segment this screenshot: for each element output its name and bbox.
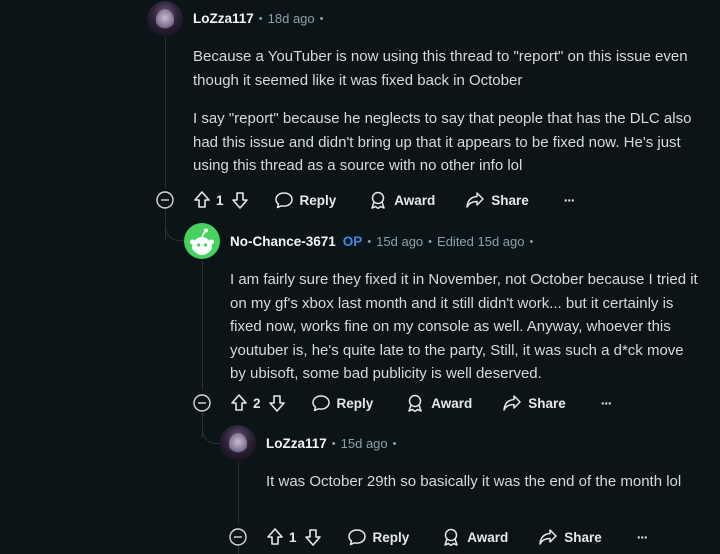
share-label: Share: [564, 529, 602, 545]
separator: •: [428, 235, 433, 248]
thread-line: [165, 38, 166, 188]
op-badge: OP: [342, 234, 363, 249]
share-button[interactable]: Share: [465, 190, 529, 210]
reply-icon: [274, 192, 293, 209]
more-options-button[interactable]: ···: [601, 396, 612, 411]
downvote-button[interactable]: [230, 190, 250, 210]
separator: •: [367, 235, 372, 248]
downvote-button[interactable]: [303, 527, 323, 547]
thread-line: [238, 462, 239, 524]
comment-header: LoZza117 • 18d ago •: [193, 11, 329, 26]
vote-count: 1: [289, 529, 297, 545]
comment-body: It was October 29th so basically it was …: [266, 470, 706, 494]
separator: •: [529, 235, 534, 248]
share-icon: [503, 395, 522, 411]
separator: •: [392, 437, 397, 450]
collapse-thread-icon[interactable]: [156, 191, 174, 209]
separator: •: [258, 12, 263, 25]
upvote-icon: [267, 528, 283, 545]
edited-label: Edited 15d ago: [437, 234, 525, 249]
comment-header: No-Chance-3671 OP • 15d ago • Edited 15d…: [230, 234, 538, 249]
comment-paragraph: It was October 29th so basically it was …: [266, 473, 682, 490]
award-button[interactable]: Award: [368, 190, 435, 210]
share-icon: [539, 529, 558, 545]
upvote-button[interactable]: [265, 527, 285, 547]
avatar[interactable]: [184, 223, 220, 259]
upvote-button[interactable]: [192, 190, 212, 210]
comment-paragraph: I say "report" because he neglects to sa…: [193, 110, 692, 174]
vote-count: 2: [253, 395, 261, 411]
downvote-icon: [304, 529, 321, 546]
award-label: Award: [467, 529, 509, 545]
timestamp: 18d ago: [267, 11, 315, 26]
reply-label: Reply: [336, 395, 374, 411]
award-label: Award: [394, 192, 436, 208]
share-label: Share: [528, 395, 566, 411]
downvote-button[interactable]: [267, 393, 287, 413]
award-icon: [444, 528, 459, 547]
award-label: Award: [431, 395, 473, 411]
author-name[interactable]: No-Chance-3671: [230, 234, 336, 249]
more-options-button[interactable]: ···: [564, 193, 575, 208]
reply-label: Reply: [299, 192, 337, 208]
reply-label: Reply: [372, 529, 410, 545]
comment-actions: 1 Reply Award Share ···: [192, 190, 575, 210]
thread-connector: [165, 222, 184, 241]
award-button[interactable]: Award: [405, 393, 472, 413]
thread-line: [238, 546, 239, 554]
reply-icon: [347, 529, 366, 546]
award-icon: [371, 191, 386, 210]
share-label: Share: [491, 192, 529, 208]
timestamp: 15d ago: [376, 234, 424, 249]
downvote-icon: [231, 192, 248, 209]
vote-count: 1: [216, 192, 224, 208]
reply-icon: [311, 395, 330, 412]
reply-button[interactable]: Reply: [274, 190, 337, 210]
comment-body: I am fairly sure they fixed it in Novemb…: [230, 268, 700, 386]
snoo-icon: [190, 228, 214, 255]
downvote-icon: [268, 395, 285, 412]
timestamp: 15d ago: [340, 436, 388, 451]
comment-actions: 2 Reply Award Share ···: [229, 393, 612, 413]
author-name[interactable]: LoZza117: [193, 11, 254, 26]
reply-button[interactable]: Reply: [311, 393, 374, 413]
more-options-button[interactable]: ···: [637, 530, 648, 545]
avatar[interactable]: [147, 1, 183, 37]
award-icon: [408, 394, 423, 413]
collapse-thread-icon[interactable]: [193, 394, 211, 412]
comment-paragraph: Because a YouTuber is now using this thr…: [193, 48, 688, 89]
comment-header: LoZza117 • 15d ago •: [266, 436, 402, 451]
author-name[interactable]: LoZza117: [266, 436, 327, 451]
comment-actions: 1 Reply Award Share ···: [265, 527, 648, 547]
thread-connector: [202, 425, 221, 444]
share-icon: [466, 192, 485, 208]
collapse-thread-icon[interactable]: [229, 528, 247, 546]
separator: •: [319, 12, 324, 25]
upvote-icon: [231, 394, 247, 411]
avatar[interactable]: [220, 425, 256, 461]
upvote-icon: [194, 191, 210, 208]
upvote-button[interactable]: [229, 393, 249, 413]
thread-line: [202, 260, 203, 390]
award-button[interactable]: Award: [441, 527, 508, 547]
comment-body: Because a YouTuber is now using this thr…: [193, 45, 703, 178]
share-button[interactable]: Share: [502, 393, 566, 413]
comment-paragraph: I am fairly sure they fixed it in Novemb…: [230, 271, 698, 382]
reply-button[interactable]: Reply: [347, 527, 410, 547]
separator: •: [331, 437, 336, 450]
share-button[interactable]: Share: [538, 527, 602, 547]
